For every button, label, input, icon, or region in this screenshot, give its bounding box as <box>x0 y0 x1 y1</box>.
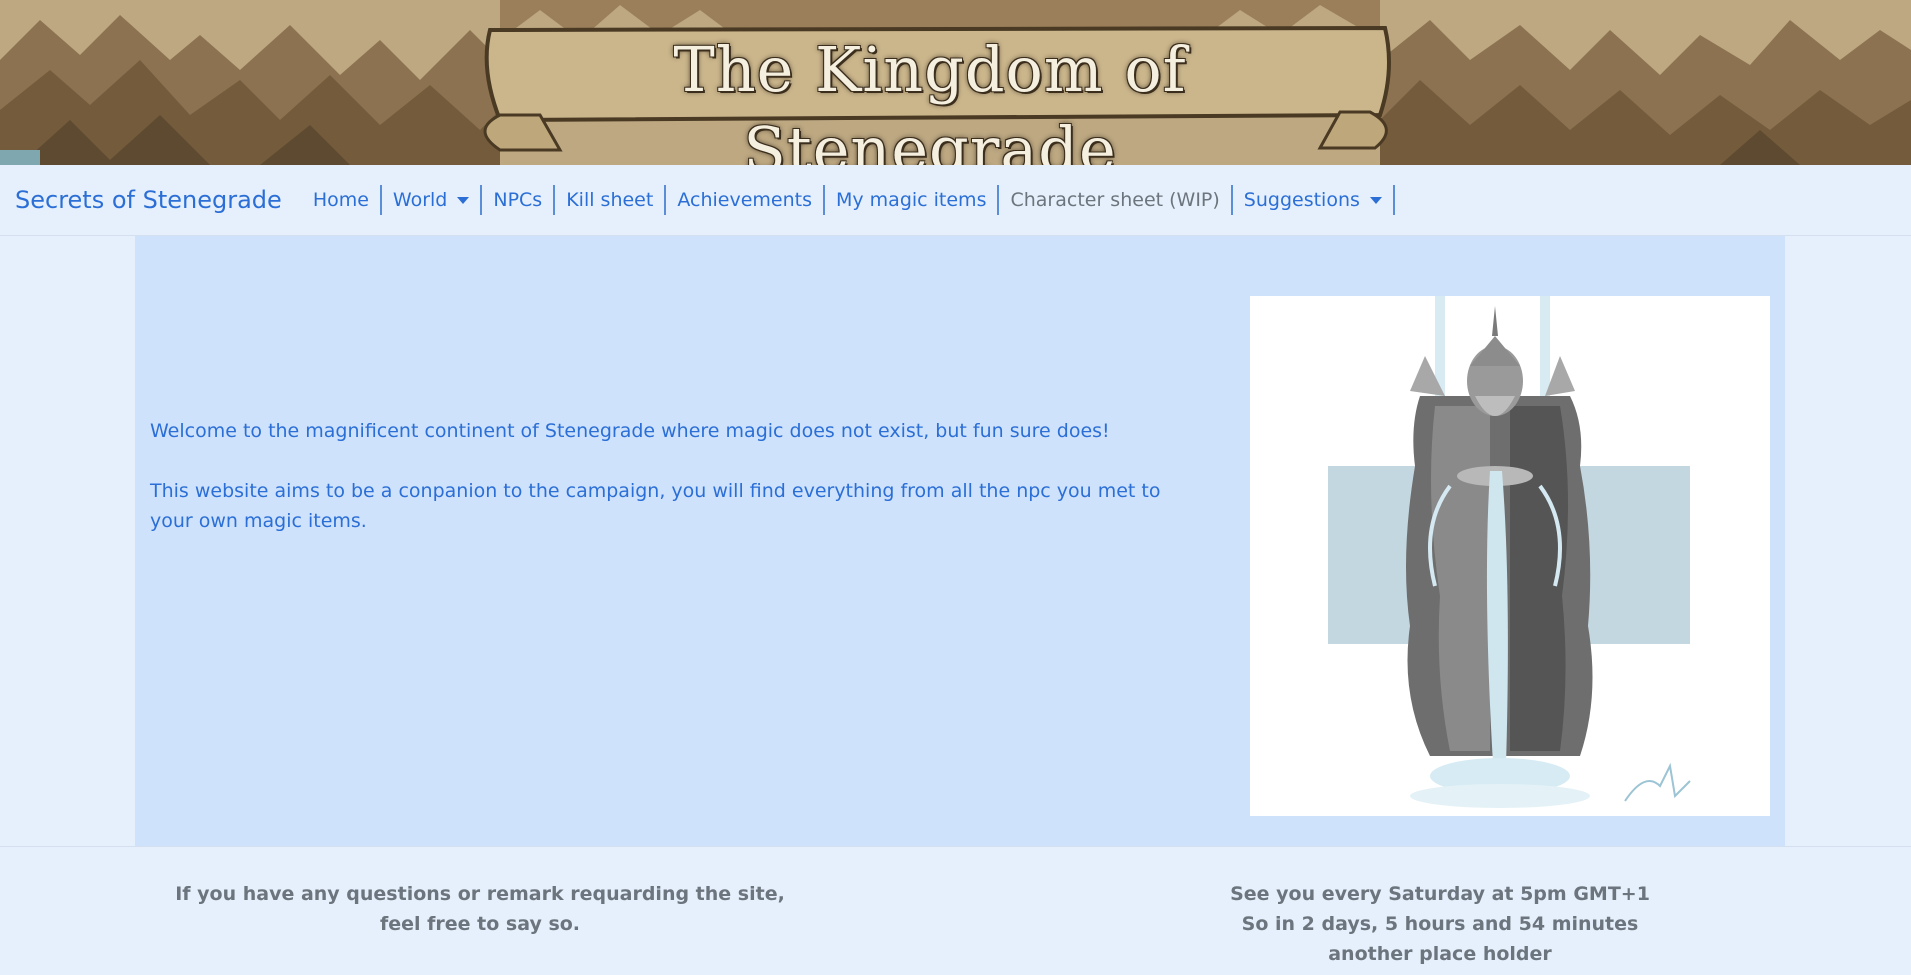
nav-item-world-dropdown[interactable]: World <box>382 185 483 215</box>
nav-item-label: Achievements <box>677 189 812 211</box>
caret-down-icon <box>457 196 470 204</box>
nav-item-label: My magic items <box>835 189 987 211</box>
nav-item-label: NPCs <box>493 189 543 211</box>
nav-item-my-magic-items[interactable]: My magic items <box>825 185 1000 215</box>
footer-schedule-line1: See you every Saturday at 5pm GMT+1 <box>1230 883 1650 905</box>
nav-item-label: World <box>392 189 448 211</box>
nav-item-label: Character sheet (WIP) <box>1010 189 1220 211</box>
footer-contact-line1: If you have any questions or remark requ… <box>175 883 785 905</box>
footer-countdown: So in 2 days, 5 hours and 54 minutes <box>1241 913 1639 935</box>
nav-item-home[interactable]: Home <box>302 185 382 215</box>
main-content: Welcome to the magnificent continent of … <box>135 236 1785 846</box>
nav-item-label: Home <box>312 189 369 211</box>
footer-contact-line2: feel free to say so. <box>379 913 581 935</box>
statue-fountain-image <box>1250 296 1770 816</box>
footer-contact-note: If you have any questions or remark requ… <box>150 879 810 939</box>
intro-text: Welcome to the magnificent continent of … <box>150 416 1190 566</box>
nav-menu: Home World NPCs Kill sheet Achievements … <box>302 185 1395 215</box>
nav-item-npcs[interactable]: NPCs <box>482 185 556 215</box>
navbar-brand[interactable]: Secrets of Stenegrade <box>15 186 282 214</box>
footer-session-schedule: See you every Saturday at 5pm GMT+1 So i… <box>1140 879 1740 969</box>
top-navbar: Secrets of Stenegrade Home World NPCs Ki… <box>0 165 1911 236</box>
caret-down-icon <box>1369 196 1382 204</box>
nav-item-kill-sheet[interactable]: Kill sheet <box>555 185 667 215</box>
nav-item-character-sheet[interactable]: Character sheet (WIP) <box>999 185 1233 215</box>
welcome-paragraph: Welcome to the magnificent continent of … <box>150 420 1110 442</box>
page-footer: If you have any questions or remark requ… <box>0 846 1911 975</box>
nav-item-suggestions-dropdown[interactable]: Suggestions <box>1233 185 1395 215</box>
nav-item-label: Kill sheet <box>566 189 654 211</box>
nav-item-achievements[interactable]: Achievements <box>666 185 825 215</box>
banner-title: The Kingdom of Stenegrade <box>673 33 1187 165</box>
footer-placeholder: another place holder <box>1328 943 1552 965</box>
description-paragraph: This website aims to be a conpanion to t… <box>150 480 1161 532</box>
statue-illustration <box>1250 296 1770 816</box>
nav-item-label: Suggestions <box>1243 189 1360 211</box>
header-banner: The Kingdom of Stenegrade <box>0 0 1911 165</box>
